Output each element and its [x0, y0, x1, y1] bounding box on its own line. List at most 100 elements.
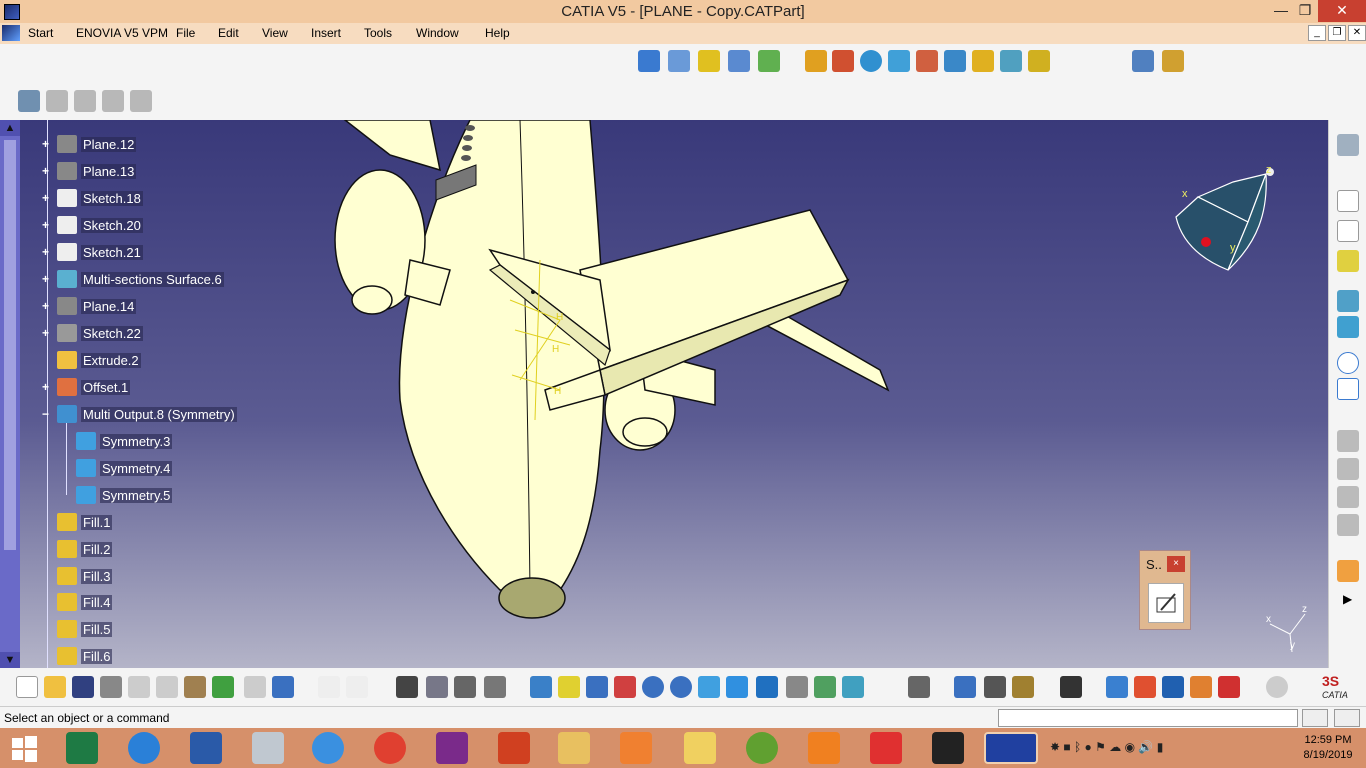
- draft-analysis-icon[interactable]: [1162, 676, 1184, 698]
- tray-utorrent-icon[interactable]: ●: [1085, 740, 1092, 754]
- system-tray[interactable]: ✸ ■ ᛒ ● ⚑ ☁ ◉ 🔊 ▮: [1050, 740, 1280, 756]
- tree-item[interactable]: + Plane.12: [40, 134, 137, 154]
- circle-icon[interactable]: [1337, 352, 1359, 374]
- tree-item[interactable]: + Sketch.18: [40, 188, 143, 208]
- windows-start-icon[interactable]: [8, 732, 40, 764]
- split-tool-icon[interactable]: [1162, 50, 1184, 72]
- surface-icon[interactable]: [1337, 290, 1359, 312]
- fill-surface-icon[interactable]: [1337, 316, 1359, 338]
- close-button[interactable]: ✕: [1318, 0, 1366, 22]
- sphere-tool-icon[interactable]: [860, 50, 882, 72]
- video-editor-icon[interactable]: [932, 732, 964, 764]
- expand-icon[interactable]: +: [40, 246, 51, 258]
- line-icon[interactable]: [1337, 220, 1359, 242]
- normal-view-icon[interactable]: [698, 676, 720, 698]
- comment-icon[interactable]: [346, 676, 368, 698]
- redo-icon[interactable]: [244, 676, 266, 698]
- powerpoint-icon[interactable]: [498, 732, 530, 764]
- tree-item[interactable]: Fill.6: [40, 646, 113, 666]
- expand-icon[interactable]: +: [40, 381, 51, 393]
- menu-start[interactable]: Start: [28, 26, 53, 40]
- tree-item[interactable]: Extrude.2: [40, 350, 141, 370]
- expand-icon[interactable]: +: [40, 219, 51, 231]
- lock-icon[interactable]: [454, 676, 476, 698]
- connect-checker-icon[interactable]: [1106, 676, 1128, 698]
- capture-camera-icon[interactable]: [1060, 676, 1082, 698]
- pan-icon[interactable]: [586, 676, 608, 698]
- list-icon[interactable]: [484, 676, 506, 698]
- tray-volume-icon[interactable]: 🔊: [1138, 740, 1153, 754]
- shading-icon[interactable]: [786, 676, 808, 698]
- utorrent-icon[interactable]: [746, 732, 778, 764]
- maximize-button[interactable]: ❐: [1290, 0, 1320, 22]
- tree-item[interactable]: Symmetry.4: [59, 458, 173, 478]
- task-manager-icon[interactable]: [252, 732, 284, 764]
- status-button-2[interactable]: [1334, 709, 1360, 727]
- status-button-1[interactable]: [1302, 709, 1328, 727]
- measure-icon[interactable]: [954, 676, 976, 698]
- expand-toolbar-icon[interactable]: ▶: [1343, 592, 1352, 606]
- porcupine-icon[interactable]: [1218, 676, 1240, 698]
- fly-mode-icon[interactable]: [530, 676, 552, 698]
- spline-tool-icon[interactable]: [728, 50, 750, 72]
- blend-tool-icon[interactable]: [1028, 50, 1050, 72]
- scroll-down-arrow[interactable]: ▼: [0, 652, 20, 668]
- cylinder-tool-icon[interactable]: [888, 50, 910, 72]
- paste-icon[interactable]: [184, 676, 206, 698]
- menu-edit[interactable]: Edit: [218, 26, 239, 40]
- catalog-icon[interactable]: [908, 676, 930, 698]
- rotate-view-icon[interactable]: [614, 676, 636, 698]
- tray-battery-icon[interactable]: ▮: [1157, 740, 1164, 754]
- analysis-icon[interactable]: [130, 90, 152, 112]
- sketch-toolbar-close-button[interactable]: ×: [1167, 556, 1185, 572]
- plane-icon[interactable]: [1337, 250, 1359, 272]
- sweep-tool-icon[interactable]: [944, 50, 966, 72]
- picsart-icon[interactable]: [436, 732, 468, 764]
- new-file-icon[interactable]: [16, 676, 38, 698]
- pdf-reader-icon[interactable]: [870, 732, 902, 764]
- tree-item[interactable]: Fill.3: [40, 566, 113, 586]
- iso-view-icon[interactable]: [756, 676, 778, 698]
- excel-icon[interactable]: [66, 732, 98, 764]
- menu-window[interactable]: Window: [416, 26, 459, 40]
- open-file-icon[interactable]: [44, 676, 66, 698]
- multi-section-tool-icon[interactable]: [1000, 50, 1022, 72]
- helix-tool-icon[interactable]: [758, 50, 780, 72]
- extrude-tool-icon[interactable]: [805, 50, 827, 72]
- expand-icon[interactable]: +: [40, 327, 51, 339]
- undo-icon[interactable]: [212, 676, 234, 698]
- taskbar-clock[interactable]: 12:59 PM 8/19/2019: [1290, 733, 1366, 763]
- tree-structure-icon[interactable]: [426, 676, 448, 698]
- tree-item[interactable]: Fill.4: [40, 592, 113, 612]
- sketcher-plane-icon[interactable]: [1337, 134, 1359, 156]
- help-icon[interactable]: [272, 676, 294, 698]
- zoom-out-icon[interactable]: [670, 676, 692, 698]
- line-tool-icon[interactable]: [668, 50, 690, 72]
- revolve-tool-icon[interactable]: [832, 50, 854, 72]
- cut-icon[interactable]: [128, 676, 150, 698]
- join-tool-icon[interactable]: [1132, 50, 1154, 72]
- mdi-minimize-button[interactable]: _: [1308, 25, 1326, 41]
- refresh-icon[interactable]: [1266, 676, 1288, 698]
- tree-item[interactable]: + Plane.14: [40, 296, 137, 316]
- rotate-icon[interactable]: [1337, 458, 1359, 480]
- catia-taskbar-icon[interactable]: [984, 732, 1038, 764]
- menu-view[interactable]: View: [262, 26, 288, 40]
- wireframe-point-icon[interactable]: [638, 50, 660, 72]
- offset-tool-icon[interactable]: [916, 50, 938, 72]
- command-input[interactable]: [998, 709, 1298, 727]
- sketch-floating-toolbar[interactable]: S.. ×: [1139, 550, 1191, 630]
- collapse-icon[interactable]: −: [40, 408, 51, 420]
- tray-antivirus-icon[interactable]: ■: [1063, 740, 1070, 754]
- save-icon[interactable]: [72, 676, 94, 698]
- video-player-icon[interactable]: [620, 732, 652, 764]
- fit-all-icon[interactable]: [558, 676, 580, 698]
- file-explorer-icon[interactable]: [558, 732, 590, 764]
- apply-material-icon[interactable]: [1012, 676, 1034, 698]
- print-icon[interactable]: [100, 676, 122, 698]
- sketch-button[interactable]: [1148, 583, 1184, 623]
- tree-item[interactable]: Symmetry.3: [59, 431, 173, 451]
- scroll-thumb[interactable]: [4, 140, 16, 550]
- 3d-viewport[interactable]: H H H x y z x z y: [0, 120, 1328, 668]
- menu-help[interactable]: Help: [485, 26, 510, 40]
